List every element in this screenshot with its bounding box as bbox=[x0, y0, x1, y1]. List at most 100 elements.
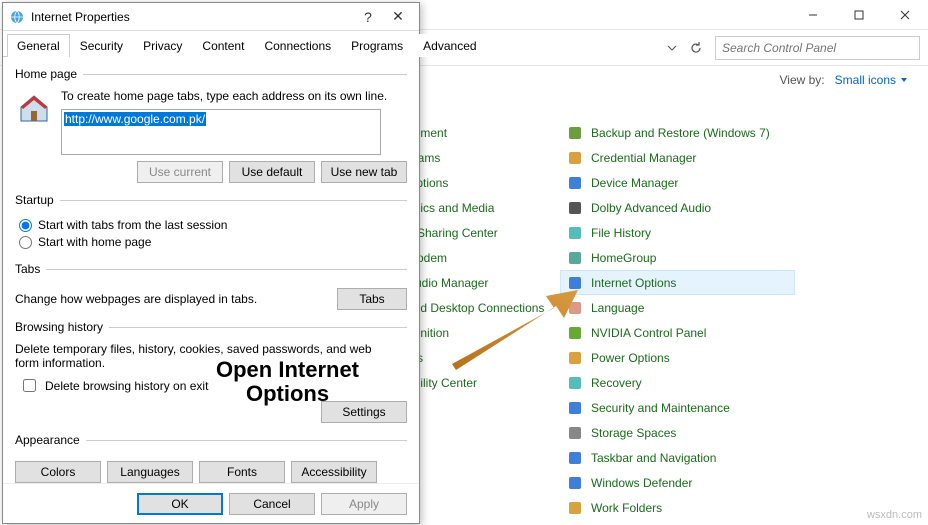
item-icon bbox=[567, 250, 583, 266]
minimize-button[interactable] bbox=[790, 0, 836, 30]
apply-button[interactable]: Apply bbox=[321, 493, 407, 515]
globe-icon bbox=[9, 9, 25, 25]
dialog-body: Home page To create home page tabs, type… bbox=[3, 57, 419, 483]
item-label: Power Options bbox=[591, 351, 670, 365]
control-panel-item[interactable]: Taskbar and Navigation bbox=[560, 445, 795, 470]
item-icon bbox=[567, 475, 583, 491]
item-label: and Desktop Connections bbox=[407, 301, 544, 315]
chevron-down-icon[interactable] bbox=[667, 43, 677, 53]
group-legend: Startup bbox=[15, 193, 60, 207]
view-by-value[interactable]: Small icons bbox=[835, 73, 908, 87]
group-legend: Tabs bbox=[15, 262, 46, 276]
refresh-button[interactable] bbox=[685, 37, 707, 59]
control-panel-item[interactable]: Language bbox=[560, 295, 795, 320]
dialog-titlebar: Internet Properties ? ✕ bbox=[3, 3, 419, 31]
view-by-label: View by: bbox=[780, 73, 825, 87]
control-panel-item[interactable]: File History bbox=[560, 220, 795, 245]
dialog-footer: OK Cancel Apply bbox=[3, 483, 419, 523]
appearance-group: Appearance Colors Languages Fonts Access… bbox=[15, 433, 407, 483]
item-icon bbox=[567, 200, 583, 216]
tab-security[interactable]: Security bbox=[70, 34, 133, 57]
control-panel-item[interactable]: Work Folders bbox=[560, 495, 795, 520]
item-label: Storage Spaces bbox=[591, 426, 676, 440]
item-label: Backup and Restore (Windows 7) bbox=[591, 126, 770, 140]
item-icon bbox=[567, 125, 583, 141]
tab-connections[interactable]: Connections bbox=[254, 34, 341, 57]
accessibility-button[interactable]: Accessibility bbox=[291, 461, 377, 483]
startup-group: Startup Start with tabs from the last se… bbox=[15, 193, 407, 252]
languages-button[interactable]: Languages bbox=[107, 461, 193, 483]
control-panel-item[interactable]: Backup and Restore (Windows 7) bbox=[560, 120, 795, 145]
control-panel-item[interactable]: Windows Defender bbox=[560, 470, 795, 495]
startup-radio-home-page[interactable]: Start with home page bbox=[19, 235, 407, 249]
fonts-button[interactable]: Fonts bbox=[199, 461, 285, 483]
use-default-button[interactable]: Use default bbox=[229, 161, 315, 183]
control-panel-item[interactable]: Storage Spaces bbox=[560, 420, 795, 445]
item-icon bbox=[567, 425, 583, 441]
close-button[interactable]: ✕ bbox=[383, 6, 413, 28]
item-label: Recovery bbox=[591, 376, 642, 390]
tab-general[interactable]: General bbox=[7, 34, 70, 57]
item-icon bbox=[567, 175, 583, 191]
chevron-down-icon bbox=[900, 76, 908, 84]
ok-button[interactable]: OK bbox=[137, 493, 223, 515]
control-panel-item[interactable]: NVIDIA Control Panel bbox=[560, 320, 795, 345]
use-new-tab-button[interactable]: Use new tab bbox=[321, 161, 407, 183]
control-panel-items: gementgramsOptionsphics and Mediad Shari… bbox=[400, 100, 916, 521]
cancel-button[interactable]: Cancel bbox=[229, 493, 315, 515]
control-panel-item[interactable]: Credential Manager bbox=[560, 145, 795, 170]
control-panel-item[interactable]: Power Options bbox=[560, 345, 795, 370]
startup-radio-last-session[interactable]: Start with tabs from the last session bbox=[19, 218, 407, 232]
item-label: File History bbox=[591, 226, 651, 240]
radio-input[interactable] bbox=[19, 236, 32, 249]
group-legend: Browsing history bbox=[15, 320, 109, 334]
item-label: d Sharing Center bbox=[407, 226, 498, 240]
item-label: Device Manager bbox=[591, 176, 678, 190]
radio-input[interactable] bbox=[19, 219, 32, 232]
item-icon bbox=[567, 450, 583, 466]
home-page-group: Home page To create home page tabs, type… bbox=[15, 67, 407, 183]
internet-properties-dialog: Internet Properties ? ✕ GeneralSecurityP… bbox=[2, 2, 420, 524]
tab-content[interactable]: Content bbox=[192, 34, 254, 57]
delete-on-exit-checkbox[interactable]: Delete browsing history on exit bbox=[19, 376, 407, 395]
item-label: Security and Maintenance bbox=[591, 401, 730, 415]
control-panel-item[interactable]: Dolby Advanced Audio bbox=[560, 195, 795, 220]
item-label: Taskbar and Navigation bbox=[591, 451, 716, 465]
settings-button[interactable]: Settings bbox=[321, 401, 407, 423]
control-panel-item[interactable]: Recovery bbox=[560, 370, 795, 395]
maximize-button[interactable] bbox=[836, 0, 882, 30]
dialog-title: Internet Properties bbox=[31, 10, 353, 24]
history-desc: Delete temporary files, history, cookies… bbox=[15, 342, 375, 370]
dialog-tabs: GeneralSecurityPrivacyContentConnections… bbox=[3, 31, 419, 57]
tab-advanced[interactable]: Advanced bbox=[413, 34, 486, 57]
home-page-desc: To create home page tabs, type each addr… bbox=[61, 89, 407, 103]
tab-programs[interactable]: Programs bbox=[341, 34, 413, 57]
item-icon bbox=[567, 300, 583, 316]
item-icon bbox=[567, 275, 583, 291]
item-label: Credential Manager bbox=[591, 151, 696, 165]
tabs-button[interactable]: Tabs bbox=[337, 288, 407, 310]
tabs-desc: Change how webpages are displayed in tab… bbox=[15, 292, 257, 306]
checkbox-input[interactable] bbox=[23, 379, 36, 392]
help-button[interactable]: ? bbox=[353, 6, 383, 28]
tab-privacy[interactable]: Privacy bbox=[133, 34, 192, 57]
search-input[interactable] bbox=[715, 36, 920, 60]
close-button[interactable] bbox=[882, 0, 928, 30]
control-panel-item[interactable]: Security and Maintenance bbox=[560, 395, 795, 420]
item-label: NVIDIA Control Panel bbox=[591, 326, 706, 340]
control-panel-item[interactable]: Device Manager bbox=[560, 170, 795, 195]
home-page-input[interactable]: http://www.google.com.pk/ bbox=[61, 109, 381, 155]
item-icon bbox=[567, 400, 583, 416]
control-panel-item[interactable]: Internet Options bbox=[560, 270, 795, 295]
item-label: Work Folders bbox=[591, 501, 662, 515]
item-icon bbox=[567, 500, 583, 516]
use-current-button[interactable]: Use current bbox=[137, 161, 223, 183]
control-panel-item[interactable]: HomeGroup bbox=[560, 245, 795, 270]
item-label: Internet Options bbox=[591, 276, 676, 290]
item-label: Language bbox=[591, 301, 644, 315]
group-legend: Home page bbox=[15, 67, 83, 81]
item-icon bbox=[567, 375, 583, 391]
item-label: Dolby Advanced Audio bbox=[591, 201, 711, 215]
item-icon bbox=[567, 350, 583, 366]
colors-button[interactable]: Colors bbox=[15, 461, 101, 483]
